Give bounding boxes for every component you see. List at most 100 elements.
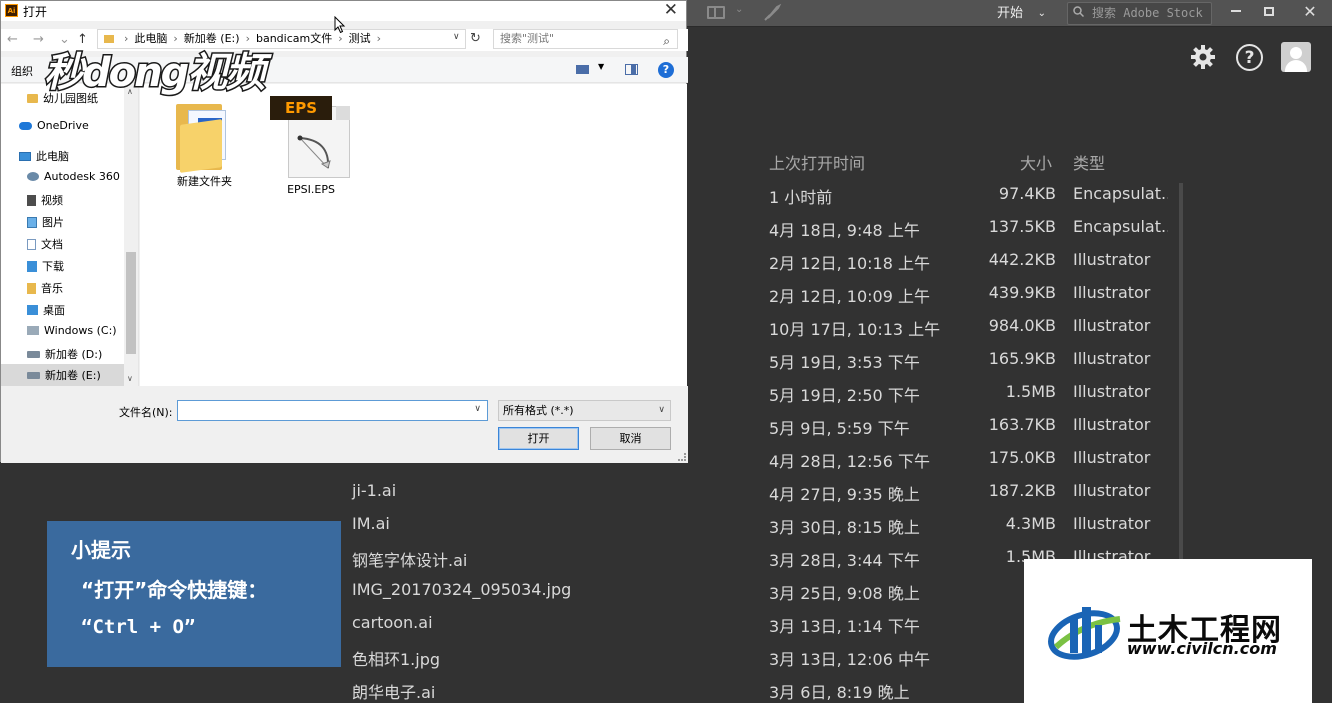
file-time: 4月 27日, 9:35 晚上 — [769, 485, 920, 504]
preview-pane-icon[interactable] — [625, 64, 638, 75]
file-name: ji-1.ai — [352, 481, 397, 500]
tip-text: “打开”命令快捷键： — [81, 578, 268, 602]
minimize-button[interactable] — [1220, 0, 1252, 22]
nav-item-music[interactable]: 音乐 — [27, 280, 63, 296]
document-icon — [27, 238, 36, 250]
autodesk-icon — [27, 172, 39, 181]
file-size: 984.0KB — [988, 316, 1056, 335]
file-name: 朗华电子.ai — [352, 683, 436, 702]
minimize-icon — [1231, 10, 1241, 12]
nav-item-pictures[interactable]: 图片 — [27, 214, 64, 230]
help-icon[interactable]: ? — [1236, 44, 1263, 71]
music-icon — [27, 282, 36, 294]
stock-search-input[interactable]: 搜索 Adobe Stock — [1067, 2, 1212, 25]
download-icon — [27, 260, 37, 272]
chevron-down-icon: ⌄ — [1037, 8, 1046, 19]
rocket-icon[interactable] — [762, 3, 782, 23]
nav-item-downloads[interactable]: 下载 — [27, 258, 64, 274]
table-row[interactable]: 朗华电子.ai3月 6日, 8:19 晚上959 — [0, 673, 1180, 703]
nav-item-onedrive[interactable]: OneDrive — [19, 119, 89, 132]
resize-grip[interactable] — [678, 453, 686, 461]
tip-box: 小提示 “打开”命令快捷键： “Ctrl + O” — [47, 521, 341, 667]
column-header-type[interactable]: 类型 — [1073, 150, 1105, 174]
filename-input[interactable]: ∨ — [177, 400, 488, 421]
dialog-footer: 文件名(N): ∨ 所有格式 (*.*) ∨ 打开 取消 — [1, 386, 688, 463]
file-time: 2月 12日, 10:09 上午 — [769, 287, 930, 306]
file-item-epsi[interactable]: EPS EPSI.EPS — [266, 96, 356, 196]
file-time: 3月 30日, 8:15 晚上 — [769, 518, 920, 537]
breadcrumb-item[interactable]: 测试 — [349, 32, 371, 45]
workspace-switcher[interactable]: 开始 ⌄ — [987, 3, 1052, 24]
gear-icon[interactable] — [1188, 42, 1218, 72]
nav-item-desktop[interactable]: 桌面 — [27, 302, 65, 318]
search-icon: ⌕ — [663, 34, 670, 48]
nav-item-label: 此电脑 — [36, 150, 69, 163]
organize-menu[interactable]: 组织 — [11, 63, 33, 79]
nav-item-videos[interactable]: 视频 — [27, 192, 63, 208]
chevron-down-icon[interactable]: ∨ — [453, 32, 460, 42]
dialog-title: 打开 — [23, 5, 48, 19]
nav-item-drive-c[interactable]: Windows (C:) — [27, 324, 117, 337]
search-icon — [1073, 6, 1084, 17]
maximize-button[interactable] — [1253, 0, 1285, 22]
cancel-button[interactable]: 取消 — [590, 427, 671, 450]
file-type: Illustrator — [1073, 481, 1151, 500]
file-time: 5月 19日, 2:50 下午 — [769, 386, 920, 405]
nav-item-drive-d[interactable]: 新加卷 (D:) — [27, 346, 102, 362]
nav-item-documents[interactable]: 文档 — [27, 236, 63, 252]
header-icons: ? — [1188, 42, 1311, 72]
list-scrollbar[interactable] — [1179, 183, 1183, 573]
desktop-icon — [27, 305, 38, 315]
chevron-down-icon[interactable]: ∨ — [474, 404, 481, 414]
column-header-last-opened[interactable]: 上次打开时间 — [769, 150, 865, 174]
site-logo: 土木工程网 www.civilcn.com — [1024, 559, 1312, 703]
chevron-down-icon: ∨ — [658, 405, 665, 415]
nav-item-this-pc[interactable]: 此电脑 — [19, 148, 69, 164]
mouse-cursor-icon — [334, 16, 346, 34]
scrollbar-thumb[interactable] — [126, 252, 136, 354]
refresh-icon[interactable]: ↻ — [470, 31, 481, 46]
table-row[interactable]: ji-1.ai 4月 27日, 9:35 晚上 187.2KB Illustrator — [0, 475, 1180, 508]
back-arrow-icon[interactable]: ← — [7, 32, 18, 47]
file-size: 175.0KB — [988, 448, 1056, 467]
nav-item-drive-e[interactable]: 新加卷 (E:) — [1, 364, 124, 386]
nav-item-label: 桌面 — [43, 304, 65, 317]
filename-label: 文件名(N): — [119, 406, 173, 419]
search-placeholder: 搜索"测试" — [500, 32, 555, 45]
open-button[interactable]: 打开 — [498, 427, 579, 450]
file-size: 137.5KB — [988, 217, 1056, 236]
view-options-icon[interactable] — [576, 65, 589, 74]
chevron-down-icon[interactable]: ▼ — [598, 62, 604, 71]
eps-file-icon: EPS — [270, 96, 352, 180]
nav-item-label: 图片 — [42, 216, 64, 229]
chevron-down-icon[interactable]: ⌄ — [735, 4, 743, 15]
maximize-icon — [1264, 6, 1274, 16]
file-type: Illustrator — [1073, 448, 1151, 467]
help-icon[interactable]: ? — [658, 62, 674, 78]
file-time: 2月 12日, 10:18 上午 — [769, 254, 930, 273]
filetype-select[interactable]: 所有格式 (*.*) ∨ — [498, 400, 671, 421]
nav-item-label: OneDrive — [37, 119, 89, 132]
folder-search-input[interactable]: 搜索"测试" ⌕ — [493, 29, 678, 49]
file-type: Illustrator — [1073, 250, 1151, 269]
chevron-down-icon[interactable]: ∨ — [127, 374, 133, 383]
column-header-size[interactable]: 大小 — [1020, 150, 1052, 174]
breadcrumb-item[interactable]: bandicam文件 — [256, 32, 332, 45]
file-item-new-folder[interactable]: 新建文件夹 — [162, 98, 247, 189]
file-type: Illustrator — [1073, 415, 1151, 434]
filetype-value: 所有格式 (*.*) — [503, 404, 574, 417]
nav-item-autodesk[interactable]: Autodesk 360 — [27, 170, 120, 183]
file-type: Illustrator — [1073, 316, 1151, 335]
user-avatar-icon[interactable] — [1281, 42, 1311, 72]
workspace-label: 开始 — [997, 6, 1024, 21]
file-type: Illustrator — [1073, 514, 1151, 533]
close-window-button[interactable]: ✕ — [1290, 0, 1330, 22]
nav-item-label: 新加卷 (D:) — [45, 348, 103, 361]
file-size: 4.3MB — [1005, 514, 1056, 533]
close-icon[interactable]: ✕ — [664, 0, 678, 20]
layout-icon[interactable] — [707, 6, 725, 19]
close-icon: ✕ — [1303, 1, 1317, 21]
nav-item-label: Windows (C:) — [44, 324, 117, 337]
nav-scrollbar[interactable]: ∧ ∨ — [124, 84, 138, 386]
file-type: Encapsulat... — [1073, 217, 1168, 236]
